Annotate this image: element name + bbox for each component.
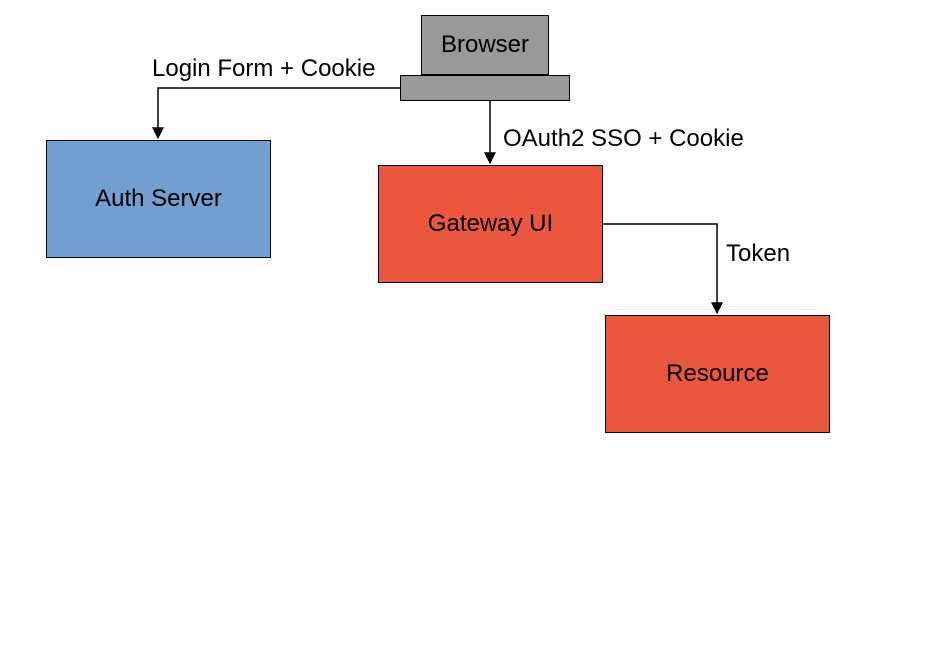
- gateway-ui-label: Gateway UI: [428, 210, 553, 238]
- browser-box-top: Browser: [421, 15, 549, 75]
- browser-box-base: [400, 75, 570, 101]
- edge-browser-to-auth: [158, 88, 400, 138]
- oauth2-sso-cookie-label: OAuth2 SSO + Cookie: [503, 125, 744, 153]
- auth-server-box: Auth Server: [46, 140, 271, 258]
- resource-box: Resource: [605, 315, 830, 433]
- token-label: Token: [726, 240, 790, 268]
- browser-label: Browser: [441, 31, 529, 59]
- resource-label: Resource: [666, 360, 769, 388]
- login-form-cookie-label: Login Form + Cookie: [152, 55, 375, 83]
- auth-server-label: Auth Server: [95, 185, 222, 213]
- edge-gateway-to-resource: [603, 224, 717, 313]
- gateway-ui-box: Gateway UI: [378, 165, 603, 283]
